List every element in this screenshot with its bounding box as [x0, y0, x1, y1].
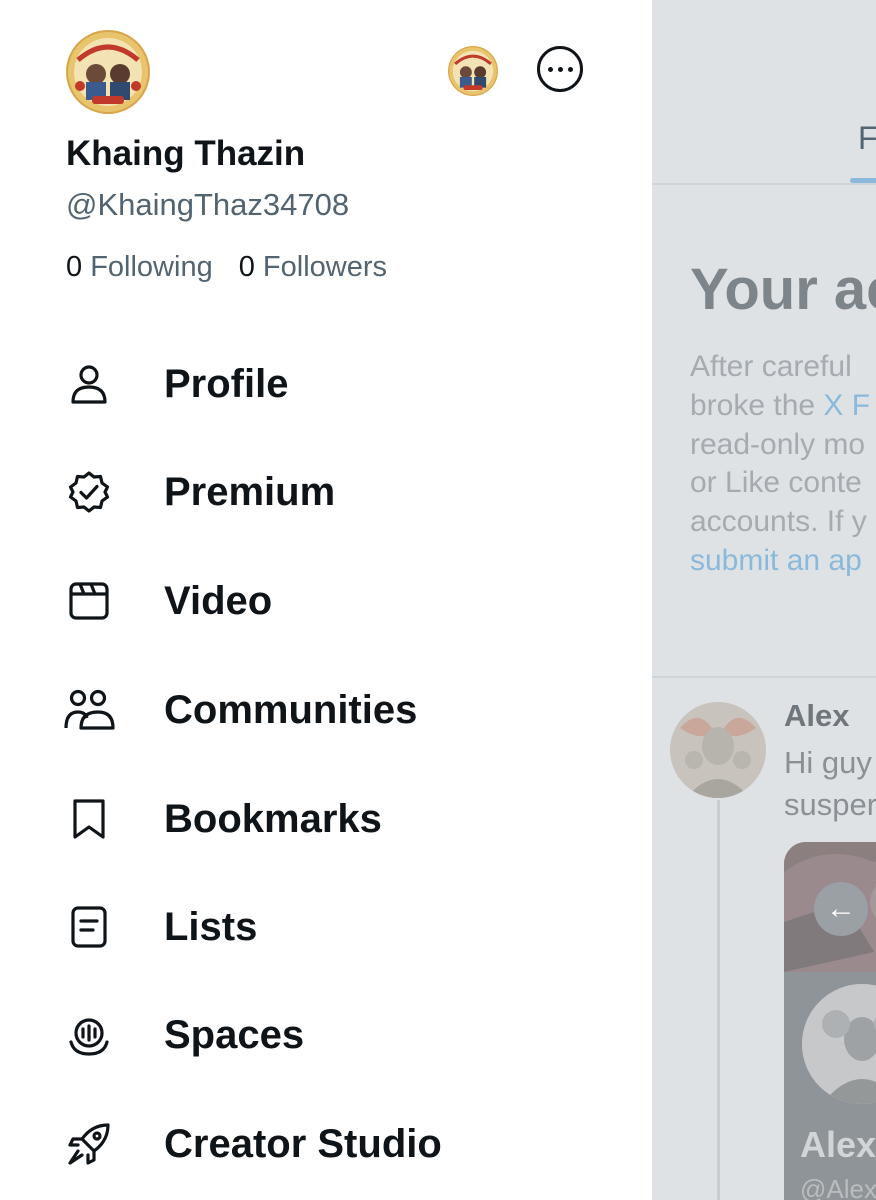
nav-item-communities[interactable]: Communities [60, 670, 620, 750]
back-arrow-icon: ← [814, 882, 868, 936]
notice-line: or Like conte [690, 466, 862, 500]
divider [652, 676, 876, 678]
nav-item-bookmarks[interactable]: Bookmarks [60, 779, 620, 859]
nav-label: Video [164, 578, 273, 623]
appeal-link: submit an ap [690, 543, 862, 577]
nav-label: Profile [164, 361, 289, 406]
nav-item-premium[interactable]: Premium [60, 452, 620, 532]
nav-item-video[interactable]: Video [60, 561, 620, 641]
notice-line: After careful [690, 350, 852, 383]
post-text: Hi guy susper [784, 745, 876, 822]
notice-line: broke the X F [690, 388, 871, 422]
nav-label: Spaces [164, 1012, 305, 1057]
nav-label: Creator Studio [164, 1121, 442, 1166]
account-handle: @KhaingThaz34708 [66, 187, 350, 222]
thread-line [717, 800, 720, 1200]
bookmark-icon [60, 790, 118, 848]
post-author-avatar [670, 702, 766, 798]
video-icon [60, 572, 118, 630]
timeline-tab: F [858, 120, 876, 156]
rules-link: X F [823, 388, 871, 422]
nav-item-spaces[interactable]: Spaces [60, 995, 620, 1075]
nav-label: Lists [164, 904, 258, 949]
dot [567, 66, 573, 72]
profile-card-preview: ← Alex @Alex [784, 842, 876, 1200]
dot [557, 66, 563, 72]
switch-account-avatar[interactable] [448, 46, 498, 96]
card-name: Alex [800, 1124, 876, 1165]
nav-label: Bookmarks [164, 796, 382, 841]
nav-item-creator-studio[interactable]: Creator Studio [60, 1104, 620, 1184]
list-icon [60, 898, 118, 956]
side-drawer: Khaing Thazin @KhaingThaz34708 0 Followi… [0, 0, 652, 1200]
timeline-background: F Your ac After careful broke the X F re… [652, 0, 876, 1200]
followers-link[interactable]: 0 Followers [239, 251, 387, 283]
notice-line: accounts. If y [690, 505, 867, 539]
card-avatar [798, 980, 876, 1108]
post-author-name: Alex [784, 698, 850, 733]
notice-line: read-only mo [690, 427, 866, 461]
more-options-button[interactable] [537, 46, 583, 92]
follow-stats: 0 Following 0 Followers [66, 251, 387, 284]
divider [652, 183, 876, 185]
rocket-icon [60, 1115, 118, 1173]
person-icon [60, 355, 118, 413]
notice-title: Your ac [690, 257, 876, 322]
nav-item-profile[interactable]: Profile [60, 344, 620, 424]
dot [547, 66, 553, 72]
verified-badge-icon [60, 463, 118, 521]
account-name: Khaing Thazin [66, 134, 306, 173]
notice-text: After careful broke the X F read-only mo… [690, 348, 876, 581]
account-avatar[interactable] [66, 30, 150, 114]
nav-label: Premium [164, 469, 336, 514]
card-handle: @Alex [800, 1174, 876, 1200]
spaces-icon [60, 1006, 118, 1064]
nav-label: Communities [164, 687, 418, 732]
communities-icon [60, 681, 118, 739]
nav-item-lists[interactable]: Lists [60, 887, 620, 967]
following-link[interactable]: 0 Following [66, 251, 213, 283]
